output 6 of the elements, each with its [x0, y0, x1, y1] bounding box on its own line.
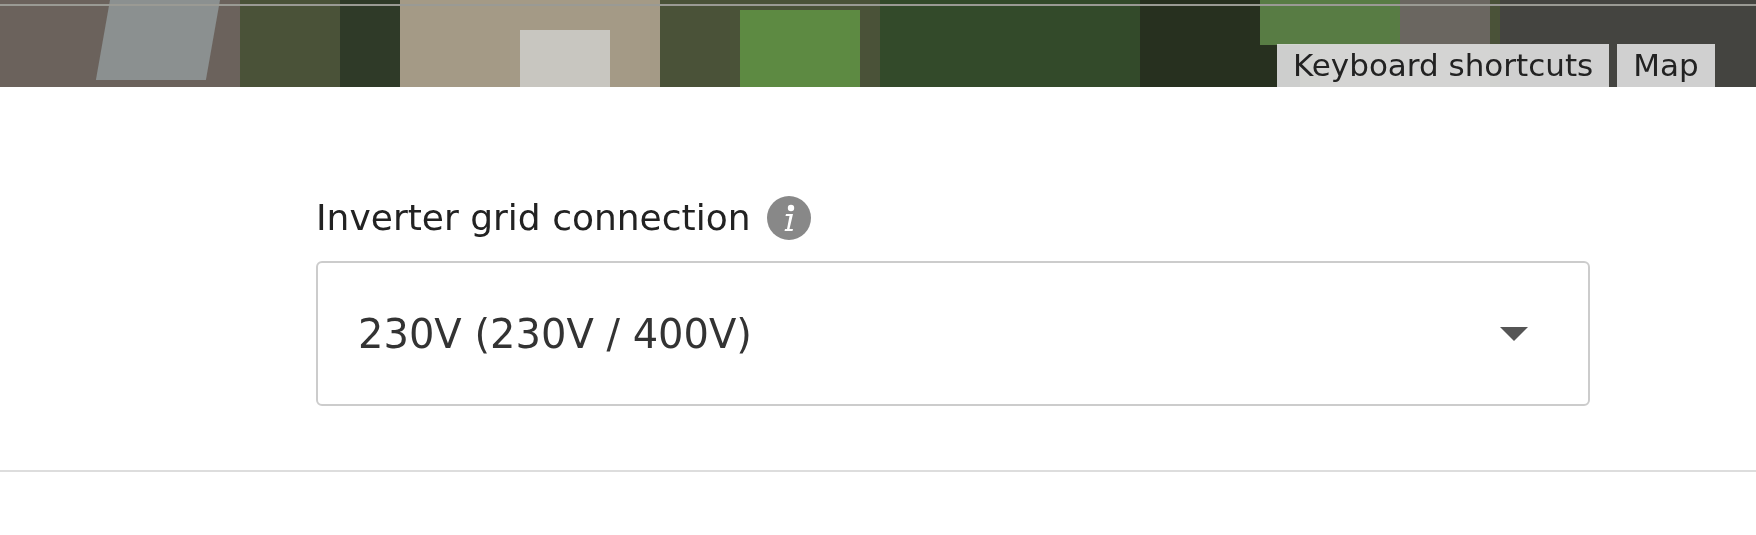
- field-label: Inverter grid connection: [316, 200, 751, 236]
- map-attribution-button[interactable]: Map: [1617, 44, 1715, 87]
- info-icon[interactable]: [766, 196, 811, 240]
- map-attribution-button[interactable]: Keyboard shortcuts: [1277, 44, 1610, 87]
- caret-icon: [1500, 326, 1528, 341]
- dropdown-field[interactable]: 230V (230V / 400V): [316, 261, 1590, 406]
